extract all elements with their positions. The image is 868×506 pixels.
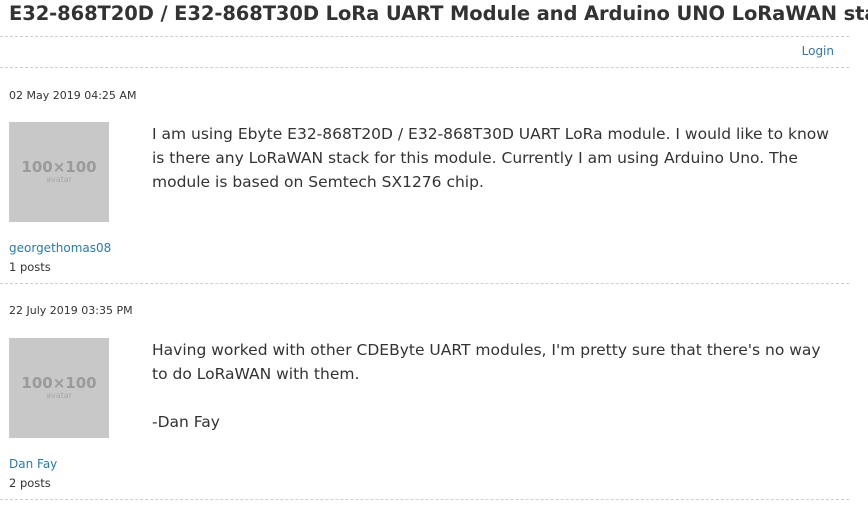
author-link[interactable]: georgethomas08 bbox=[9, 241, 111, 255]
avatar: 100×100 avatar bbox=[9, 122, 109, 222]
avatar-caption: avatar bbox=[46, 175, 72, 184]
avatar-caption: avatar bbox=[46, 391, 72, 400]
post-paragraph: Having worked with other CDEByte UART mo… bbox=[152, 341, 821, 383]
post-count: 2 posts bbox=[9, 476, 51, 490]
divider bbox=[0, 67, 849, 68]
post-count: 1 posts bbox=[9, 260, 51, 274]
post-paragraph: I am using Ebyte E32-868T20D / E32-868T3… bbox=[152, 125, 829, 191]
divider bbox=[0, 283, 849, 284]
avatar: 100×100 avatar bbox=[9, 338, 109, 438]
login-link[interactable]: Login bbox=[802, 44, 834, 58]
post-date: 02 May 2019 04:25 AM bbox=[9, 89, 137, 102]
divider bbox=[0, 36, 849, 37]
post-paragraph: -Dan Fay bbox=[152, 413, 220, 431]
post-date: 22 July 2019 03:35 PM bbox=[9, 304, 133, 317]
avatar-size-label: 100×100 bbox=[21, 374, 97, 392]
divider bbox=[0, 499, 849, 500]
post-body: I am using Ebyte E32-868T20D / E32-868T3… bbox=[152, 122, 832, 194]
author-link[interactable]: Dan Fay bbox=[9, 457, 57, 471]
post-body: Having worked with other CDEByte UART mo… bbox=[152, 338, 832, 434]
avatar-size-label: 100×100 bbox=[21, 158, 97, 176]
page-title: E32-868T20D / E32-868T30D LoRa UART Modu… bbox=[9, 2, 868, 25]
